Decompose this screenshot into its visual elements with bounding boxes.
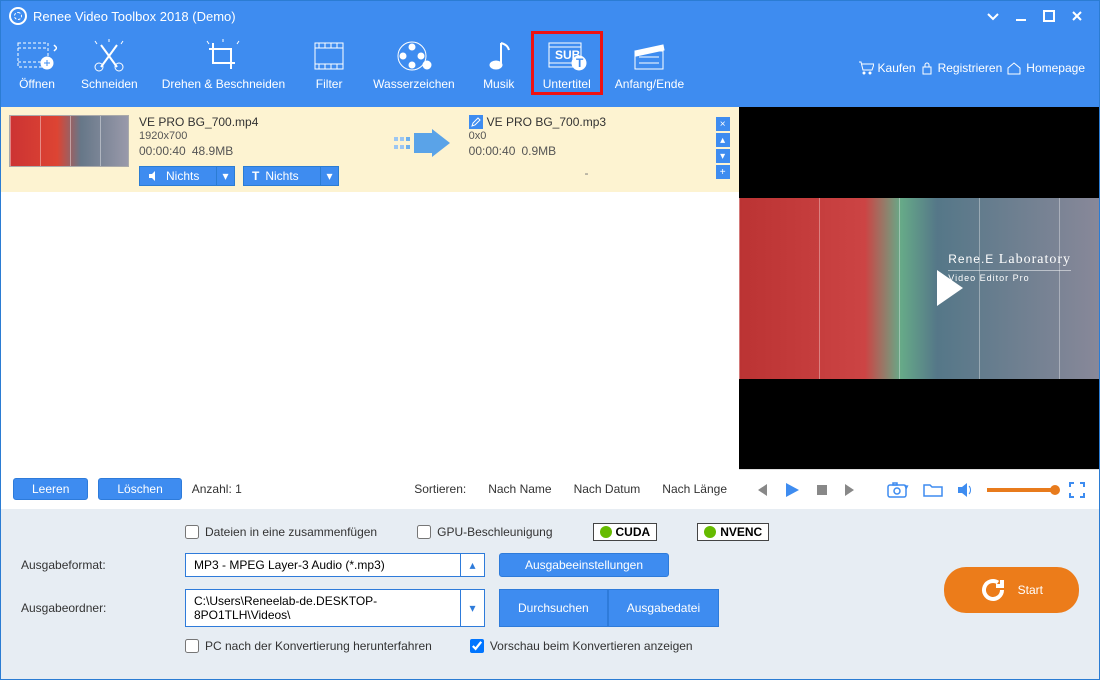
sort-date[interactable]: Nach Datum (574, 482, 641, 496)
source-size: 48.9MB (192, 144, 233, 158)
subtitle-track-dropdown[interactable]: TNichts ▾ (243, 166, 339, 186)
output-format-select[interactable]: MP3 - MPEG Layer-3 Audio (*.mp3)▴ (185, 553, 485, 577)
source-dimensions: 1920x700 (139, 129, 375, 144)
music-note-icon (479, 37, 519, 75)
watermark-button[interactable]: Wasserzeichen (361, 31, 467, 95)
target-filename: VE PRO BG_700.mp3 (487, 115, 606, 129)
volume-button[interactable] (957, 482, 973, 498)
output-settings-button[interactable]: Ausgabeeinstellungen (499, 553, 669, 577)
start-button[interactable]: Start (944, 567, 1079, 613)
subtitle-icon: SUBT (543, 37, 591, 75)
scissors-icon (81, 37, 138, 75)
window-title: Renee Video Toolbox 2018 (Demo) (33, 9, 979, 24)
count-label: Anzahl: 1 (192, 482, 242, 496)
buy-link[interactable]: Kaufen (858, 61, 916, 75)
cuda-badge: CUDA (593, 523, 658, 541)
video-preview[interactable]: Rene.E LaboratoryVideo Editor Pro (739, 107, 1099, 469)
list-actions-row: Leeren Löschen Anzahl: 1 Sortieren: Nach… (1, 469, 739, 509)
source-duration: 00:00:40 (139, 144, 186, 158)
source-filename: VE PRO BG_700.mp4 (139, 115, 375, 129)
sort-name[interactable]: Nach Name (488, 482, 551, 496)
stop-button[interactable] (815, 483, 829, 497)
sort-length[interactable]: Nach Länge (662, 482, 727, 496)
clear-button[interactable]: Leeren (13, 478, 88, 500)
play-overlay-icon[interactable] (937, 270, 963, 306)
preview-panel: Rene.E LaboratoryVideo Editor Pro (739, 107, 1099, 469)
app-logo-icon (9, 7, 27, 25)
register-link[interactable]: Registrieren (920, 61, 1003, 75)
main-toolbar: Öffnen Schneiden Drehen & Beschneiden Fi… (1, 31, 1099, 107)
filter-button[interactable]: Filter (297, 31, 361, 95)
target-dash: - (469, 166, 705, 180)
output-folder-label: Ausgabeordner: (21, 601, 171, 615)
snapshot-button[interactable]: ▾ (887, 482, 909, 498)
open-folder-button[interactable] (923, 482, 943, 498)
row-close-button[interactable]: × (716, 117, 730, 131)
player-controls: ▾ (739, 469, 1099, 509)
main-area: VE PRO BG_700.mp4 1920x700 00:00:40 48.9… (1, 107, 1099, 469)
music-button[interactable]: Musik (467, 31, 531, 95)
audio-track-dropdown[interactable]: Nichts ▾ (139, 166, 235, 186)
output-format-label: Ausgabeformat: (21, 558, 171, 572)
output-folder-select[interactable]: C:\Users\Reneelab-de.DESKTOP-8PO1TLH\Vid… (185, 589, 485, 627)
file-list: VE PRO BG_700.mp4 1920x700 00:00:40 48.9… (1, 107, 739, 469)
homepage-link[interactable]: Homepage (1006, 61, 1085, 75)
maximize-button[interactable] (1035, 1, 1063, 31)
row-add-button[interactable]: + (716, 165, 730, 179)
preview-checkbox[interactable]: Vorschau beim Konvertieren anzeigen (470, 639, 693, 653)
target-dimensions: 0x0 (469, 129, 705, 144)
source-column: VE PRO BG_700.mp4 1920x700 00:00:40 48.9… (139, 115, 375, 186)
bottom-panel: Leeren Löschen Anzahl: 1 Sortieren: Nach… (1, 469, 1099, 679)
cut-button[interactable]: Schneiden (69, 31, 150, 95)
film-strip-icon (309, 37, 349, 75)
gpu-checkbox[interactable]: GPU-Beschleunigung (417, 525, 552, 539)
start-end-button[interactable]: Anfang/Ende (603, 31, 696, 95)
subtitle-button[interactable]: SUBT Untertitel (531, 31, 603, 95)
nvenc-badge: NVENC (697, 523, 769, 541)
delete-button[interactable]: Löschen (98, 478, 181, 500)
row-side-buttons: × ▴ ▾ + (714, 115, 731, 186)
target-size: 0.9MB (522, 144, 557, 158)
close-button[interactable] (1063, 1, 1091, 31)
next-button[interactable] (843, 482, 859, 498)
browse-button[interactable]: Durchsuchen (499, 589, 608, 627)
target-column: VE PRO BG_700.mp3 0x0 00:00:40 0.9MB - (469, 115, 705, 186)
minimize-button[interactable] (1007, 1, 1035, 31)
reel-icon (373, 37, 455, 75)
merge-checkbox[interactable]: Dateien in eine zusammenfügen (185, 525, 377, 539)
prev-button[interactable] (753, 482, 769, 498)
play-button[interactable] (783, 481, 801, 499)
file-row[interactable]: VE PRO BG_700.mp4 1920x700 00:00:40 48.9… (1, 107, 739, 194)
rotate-crop-button[interactable]: Drehen & Beschneiden (150, 31, 297, 95)
shutdown-checkbox[interactable]: PC nach der Konvertierung herunterfahren (185, 639, 432, 653)
row-up-button[interactable]: ▴ (716, 133, 730, 147)
open-button[interactable]: Öffnen (5, 31, 69, 95)
fullscreen-button[interactable] (1069, 482, 1085, 498)
row-down-button[interactable]: ▾ (716, 149, 730, 163)
convert-arrow-icon (385, 115, 459, 186)
target-duration: 00:00:40 (469, 144, 516, 158)
output-file-button[interactable]: Ausgabedatei (608, 589, 719, 627)
volume-slider[interactable] (987, 488, 1055, 492)
file-thumbnail[interactable] (9, 115, 129, 167)
menu-button[interactable] (979, 1, 1007, 31)
header-links: Kaufen Registrieren Homepage (858, 31, 1095, 75)
svg-text:T: T (576, 56, 584, 70)
clapper-icon (615, 37, 684, 75)
title-bar: Renee Video Toolbox 2018 (Demo) (1, 1, 1099, 31)
film-add-icon (17, 37, 57, 75)
edit-icon[interactable] (469, 115, 483, 129)
crop-icon (162, 37, 285, 75)
output-settings: Dateien in eine zusammenfügen GPU-Beschl… (1, 509, 1099, 661)
sort-label: Sortieren: (414, 482, 466, 496)
